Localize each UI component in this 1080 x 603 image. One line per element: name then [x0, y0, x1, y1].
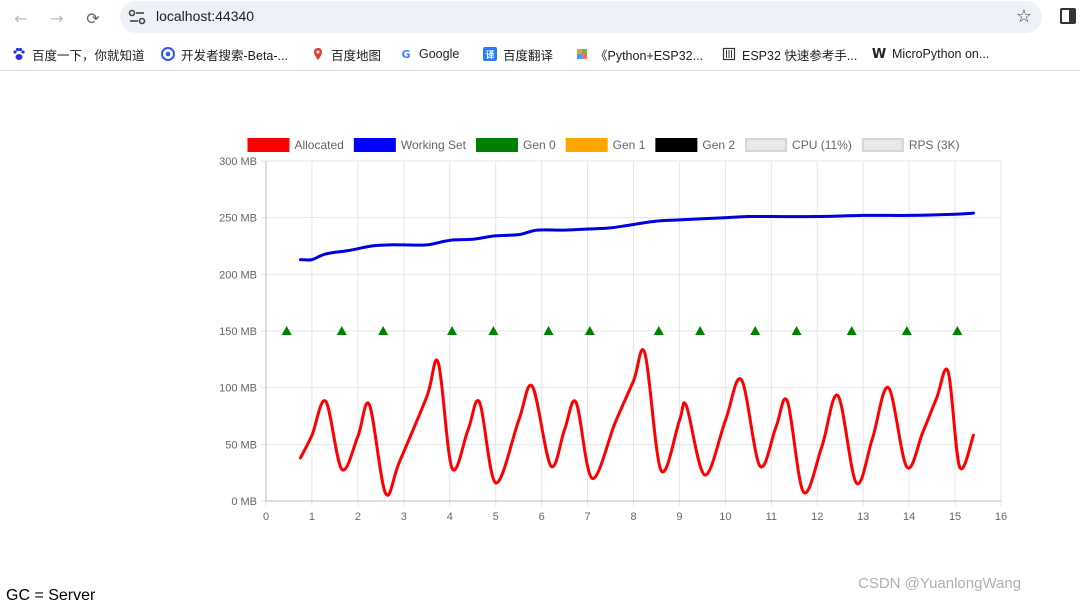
series-line-allocated — [298, 348, 975, 497]
chart-series — [281, 211, 975, 497]
series-line-working-set — [298, 211, 975, 262]
bookmark-google[interactable]: G Google — [399, 45, 459, 63]
x-tick-label: 14 — [903, 511, 915, 520]
bookmark-baidu[interactable]: 百度一下，你就知道 — [12, 45, 145, 63]
legend-item-working-set[interactable]: Working Set — [353, 138, 467, 152]
map-pin-icon — [311, 47, 325, 61]
bookmark-label: ESP32 快速参考手... — [742, 48, 858, 63]
side-panel-icon[interactable] — [1060, 8, 1076, 24]
watermark-text: CSDN @YuanlongWang — [858, 575, 1022, 592]
bookmark-label: 百度一下，你就知道 — [32, 48, 145, 63]
x-tick-label: 2 — [355, 511, 361, 520]
bookmark-python-esp32[interactable]: 《Python+ESP32... — [575, 45, 703, 63]
forward-icon[interactable]: → — [45, 6, 69, 30]
x-tick-label: 13 — [857, 511, 869, 520]
legend-swatch — [353, 138, 396, 152]
legend-label: Gen 0 — [523, 138, 556, 152]
x-tick-label: 3 — [401, 511, 407, 520]
legend-item-rps-3k[interactable]: RPS (3K) — [861, 138, 960, 152]
legend-label: RPS (3K) — [909, 138, 960, 152]
x-tick-label: 8 — [630, 511, 636, 520]
legend-item-gen-0[interactable]: Gen 0 — [475, 138, 556, 152]
chart-grid — [261, 160, 1002, 506]
bookmark-label: 百度地图 — [331, 48, 382, 63]
y-tick-label: 200 MB — [219, 269, 257, 281]
legend-swatch — [565, 138, 608, 152]
baidu-paw-icon — [12, 47, 26, 61]
bookmark-dev-search[interactable]: 开发者搜索-Beta-... — [161, 45, 288, 63]
x-tick-label: 10 — [719, 511, 731, 520]
cube-icon — [575, 47, 589, 61]
legend-label: Allocated — [294, 138, 343, 152]
legend-swatch — [247, 138, 290, 152]
legend-label: Gen 1 — [613, 138, 646, 152]
gc-mode-text: GC = Server — [6, 587, 96, 603]
dev-search-icon — [161, 47, 175, 61]
legend-label: Working Set — [401, 138, 467, 152]
legend-item-gen-1[interactable]: Gen 1 — [565, 138, 646, 152]
y-tick-label: 250 MB — [219, 213, 257, 225]
y-tick-label: 50 MB — [225, 439, 257, 451]
y-tick-label: 0 MB — [231, 496, 257, 508]
bookmark-baidu-map[interactable]: 百度地图 — [311, 45, 381, 63]
legend-label: CPU (11%) — [792, 138, 852, 152]
bookmark-label: 开发者搜索-Beta-... — [181, 48, 288, 63]
legend-swatch — [475, 138, 518, 152]
legend-item-allocated[interactable]: Allocated — [247, 138, 344, 152]
bookmark-star-icon[interactable]: ☆ — [1016, 6, 1032, 27]
x-tick-label: 11 — [766, 511, 777, 520]
bookmark-baidu-translate[interactable]: 译 百度翻译 — [483, 45, 553, 63]
bookmarks-bar: 百度一下，你就知道 开发者搜索-Beta-... 百度地图 G Google 译… — [0, 38, 1080, 71]
legend-swatch — [655, 138, 698, 152]
reload-icon[interactable]: ⟳ — [81, 6, 105, 30]
x-tick-label: 0 — [263, 511, 269, 520]
chart-axes: 0 1 2 3 4 5 6 7 8 9 10 11 12 13 14 15 160 MB50 MB100 MB1… — [219, 156, 1007, 520]
x-tick-label: 9 — [676, 511, 682, 520]
y-tick-label: 150 MB — [219, 326, 257, 338]
x-tick-label: 12 — [811, 511, 823, 520]
legend-swatch — [861, 138, 904, 152]
legend-item-cpu-11[interactable]: CPU (11%) — [745, 138, 852, 152]
x-tick-label: 1 — [309, 511, 315, 520]
micropython-icon: W — [871, 46, 887, 62]
gc-memory-chart: 0 1 2 3 4 5 6 7 8 9 10 11 12 13 14 15 160 MB50 MB100 MB1… — [219, 138, 1007, 520]
bookmark-micropython[interactable]: W MicroPython on... — [872, 45, 989, 63]
doc-icon — [722, 47, 736, 61]
legend-item-gen-2[interactable]: Gen 2 — [655, 138, 735, 152]
bookmark-label: 《Python+ESP32... — [595, 48, 704, 63]
legend-swatch — [745, 138, 788, 152]
bookmark-label: MicroPython on... — [892, 47, 990, 61]
x-tick-label: 16 — [995, 511, 1007, 520]
x-tick-label: 15 — [949, 511, 961, 520]
x-tick-label: 6 — [539, 511, 545, 520]
back-icon[interactable]: ← — [9, 6, 33, 30]
x-tick-label: 5 — [493, 511, 499, 520]
url-text: localhost:44340 — [156, 8, 255, 24]
y-tick-label: 100 MB — [219, 383, 257, 395]
site-info-icon[interactable] — [128, 9, 146, 25]
y-tick-label: 300 MB — [219, 156, 257, 168]
browser-toolbar: ← → ⟳ localhost:44340 ☆ — [0, 0, 1080, 34]
translate-icon: 译 — [483, 47, 497, 61]
chart-legend: Allocated Working Set Gen 0 Gen 1 Gen 2 CPU (… — [247, 138, 960, 152]
legend-label: Gen 2 — [702, 138, 735, 152]
google-icon: G — [401, 47, 411, 61]
address-bar[interactable]: localhost:44340 ☆ — [120, 1, 1042, 33]
bookmark-esp32-reference[interactable]: ESP32 快速参考手... — [722, 45, 857, 63]
x-tick-label: 7 — [585, 511, 591, 520]
x-tick-label: 4 — [447, 511, 453, 520]
bookmark-label: 百度翻译 — [503, 48, 554, 63]
bookmark-label: Google — [419, 47, 460, 61]
